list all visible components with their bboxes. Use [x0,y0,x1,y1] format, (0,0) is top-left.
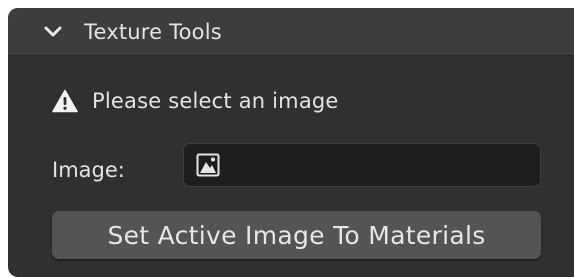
texture-tools-panel: Texture Tools Please select an image Ima… [8,8,574,277]
set-active-image-button[interactable]: Set Active Image To Materials [52,211,541,259]
image-selector-field[interactable] [183,143,541,187]
image-field-label: Image: [52,158,125,182]
image-icon [196,153,220,177]
warning-text: Please select an image [92,89,339,113]
chevron-down-icon[interactable] [42,21,64,43]
panel-header[interactable]: Texture Tools [8,8,574,56]
warning-message: Please select an image [52,88,339,114]
warning-icon [52,88,78,114]
panel-title: Texture Tools [84,19,222,44]
